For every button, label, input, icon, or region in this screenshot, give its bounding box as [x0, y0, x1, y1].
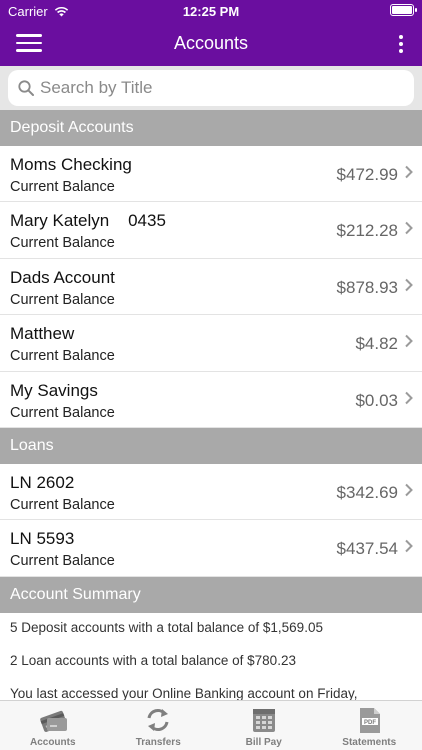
account-name: My Savings [10, 380, 98, 400]
account-name: LN 2602 [10, 472, 75, 492]
tab-bill-pay-label: Bill Pay [245, 737, 282, 748]
chevron-right-icon [405, 222, 413, 235]
account-balance-label: Current Balance [10, 496, 115, 513]
account-list[interactable]: Deposit Accounts Moms Checking Current Ba… [0, 110, 422, 700]
tab-transfers[interactable]: Transfers [106, 701, 212, 750]
loans-header: Loans [0, 427, 422, 464]
summary-last-access-line: You last accessed your Online Banking ac… [10, 685, 358, 700]
chevron-right-icon [405, 391, 413, 404]
chevron-right-icon [405, 165, 413, 179]
account-row[interactable]: Moms Checking Current Balance $472.99 [0, 146, 422, 203]
pdf-document-icon: PDF [360, 708, 381, 733]
account-row[interactable]: Matthew Current Balance $4.82 [0, 315, 422, 372]
chevron-right-icon [405, 334, 413, 348]
account-balance-amount: $0.03 [355, 390, 398, 410]
account-name: Mary Katelyn 0435 [10, 211, 166, 231]
tab-accounts[interactable]: Accounts [0, 701, 106, 750]
tab-statements-label: Statements [342, 737, 397, 748]
svg-text:PDF: PDF [364, 720, 376, 726]
account-balance-amount: $212.28 [336, 221, 398, 241]
search-icon [18, 80, 34, 96]
summary-deposit-line: 5 Deposit accounts with a total balance … [10, 619, 323, 635]
account-balance-amount: $342.69 [336, 482, 398, 502]
chevron-right-icon [405, 540, 413, 553]
deposit-accounts-header: Deposit Accounts [0, 110, 422, 146]
more-options-button[interactable] [396, 32, 406, 56]
account-row[interactable]: LN 5593 Current Balance $437.54 [0, 520, 422, 577]
tab-bill-pay[interactable]: Bill Pay [211, 701, 317, 750]
account-row[interactable]: Mary Katelyn 0435 Current Balance $212.28 [0, 202, 422, 259]
chevron-right-icon [405, 278, 413, 291]
search-bar [0, 66, 422, 110]
chevron-right-icon [405, 483, 413, 497]
account-balance-label: Current Balance [10, 553, 115, 570]
account-balance-label: Current Balance [10, 404, 115, 421]
tab-bar: Accounts Transfers Bill Pay PDF Statemen… [0, 700, 422, 750]
loans-list: LN 2602 Current Balance $342.69 LN 5593 Curr… [0, 464, 422, 577]
page-title: Accounts [173, 33, 249, 53]
search-field-container[interactable] [8, 70, 414, 106]
account-balance-label: Current Balance [10, 291, 115, 308]
account-balance-label: Current Balance [10, 179, 115, 195]
accounts-card-icon [39, 710, 67, 732]
account-balance-amount: $472.99 [336, 165, 398, 184]
account-name: Moms Checking [10, 155, 132, 174]
account-row[interactable]: Dads Account Current Balance $878.93 [0, 259, 422, 316]
account-balance-amount: $4.82 [355, 334, 398, 354]
tab-transfers-label: Transfers [135, 737, 181, 748]
transfers-arrows-icon [147, 709, 169, 731]
account-balance-label: Current Balance [10, 235, 115, 252]
account-name: LN 5593 [10, 529, 75, 549]
account-balance-label: Current Balance [10, 348, 115, 365]
status-time: 12:25 PM [182, 4, 240, 19]
deposit-accounts-list: Moms Checking Current Balance $472.99 Mary … [0, 146, 422, 428]
header: Carrier 12:25 PM Accounts [0, 0, 422, 66]
status-bar: Carrier 12:25 PM [0, 0, 422, 22]
summary-loan-line: 2 Loan accounts with a total balance of … [10, 652, 296, 668]
account-summary-header: Account Summary [0, 576, 422, 613]
account-balance-amount: $437.54 [336, 539, 398, 559]
navigation-bar: Accounts [0, 22, 422, 66]
account-name: Dads Account [10, 267, 115, 287]
account-balance-amount: $878.93 [336, 277, 398, 297]
calendar-icon [252, 709, 275, 732]
tab-accounts-label: Accounts [29, 737, 76, 748]
account-row[interactable]: LN 2602 Current Balance $342.69 [0, 464, 422, 521]
tab-statements[interactable]: PDF Statements [317, 701, 422, 750]
account-name: Matthew [10, 324, 75, 344]
battery-icon [390, 4, 417, 16]
search-input[interactable] [40, 78, 380, 98]
account-row[interactable]: My Savings Current Balance $0.03 [0, 372, 422, 428]
